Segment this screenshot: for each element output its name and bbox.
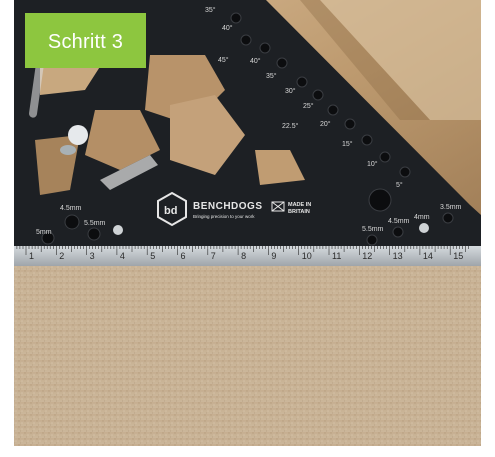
- photo-frame: 35° 40° 45° 40° 35° 30° 25° 22.5° 20° 15…: [0, 0, 495, 457]
- ruler-number: 10: [302, 251, 312, 261]
- angle-label-30: 30°: [285, 87, 296, 95]
- ruler-number: 12: [362, 251, 372, 261]
- step-badge: Schritt 3: [25, 13, 146, 68]
- brand-tagline: Bringing precision to your work: [193, 214, 255, 219]
- angle-label-20: 20°: [320, 120, 331, 128]
- svg-text:5.5mm: 5.5mm: [84, 220, 106, 227]
- ruler-number: 11: [332, 251, 341, 261]
- angle-label-40: 40°: [222, 24, 233, 32]
- ruler-number: 8: [241, 251, 246, 261]
- svg-text:bd: bd: [164, 205, 177, 217]
- angle-label-22-5: 22.5°: [282, 122, 299, 130]
- mdf-board: [14, 266, 481, 446]
- svg-text:5.5mm: 5.5mm: [362, 226, 384, 233]
- photo-scene: 35° 40° 45° 40° 35° 30° 25° 22.5° 20° 15…: [0, 0, 495, 457]
- ruler-number: 3: [90, 251, 95, 261]
- ruler-number: 1: [29, 251, 34, 261]
- svg-text:4.5mm: 4.5mm: [388, 218, 410, 225]
- angle-label-40b: 40°: [250, 57, 261, 65]
- angle-label-35b: 35°: [266, 72, 277, 80]
- svg-text:3.5mm: 3.5mm: [440, 204, 462, 211]
- ruler-number: 7: [211, 251, 216, 261]
- svg-text:4mm: 4mm: [414, 214, 430, 221]
- ruler-numbers: 1 2 3 4 5 6 7 8 9 10 11 12 13 14 15: [29, 251, 463, 261]
- ruler-number: 4: [120, 251, 125, 261]
- ruler-number: 15: [453, 251, 463, 261]
- ruler-number: 14: [423, 251, 433, 261]
- ruler-number: 13: [393, 251, 403, 261]
- svg-text:5mm: 5mm: [36, 229, 52, 236]
- angle-label-35: 35°: [205, 6, 216, 14]
- ruler-number: 5: [150, 251, 155, 261]
- angle-label-15: 15°: [342, 140, 353, 148]
- angle-label-5: 5°: [396, 181, 403, 189]
- angle-label-10: 10°: [367, 160, 378, 168]
- made-in-label: MADE IN: [288, 202, 311, 208]
- angle-label-25: 25°: [303, 102, 314, 110]
- ruler-number: 9: [271, 251, 276, 261]
- svg-text:4.5mm: 4.5mm: [60, 205, 82, 212]
- brand-name: BENCHDOGS: [193, 201, 263, 212]
- ruler-number: 6: [181, 251, 186, 261]
- britain-label: BRITAIN: [288, 209, 310, 215]
- ruler-number: 2: [59, 251, 64, 261]
- angle-label-45: 45°: [218, 56, 229, 64]
